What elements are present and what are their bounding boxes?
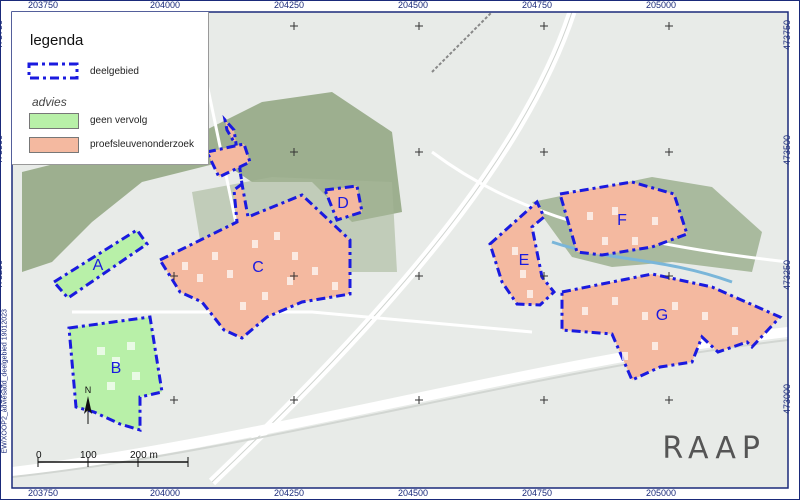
coord-right-4: 473000 — [782, 383, 793, 415]
coord-left-1: 473750 — [0, 19, 5, 51]
legend-swatch-green — [29, 113, 79, 129]
coord-top-3: 204250 — [274, 0, 305, 10]
coord-bottom-3: 204250 — [274, 488, 305, 498]
coord-bottom-1: 203750 — [28, 488, 59, 498]
legend-title: legenda — [30, 32, 84, 49]
coord-right-1: 473750 — [782, 19, 793, 51]
coord-top-6: 205000 — [646, 0, 677, 10]
coord-bottom-6: 205000 — [646, 488, 677, 498]
legend-advice-heading: advies — [32, 95, 67, 109]
credit-strip: EW/XOOP2_adviesadd_deelgebied 19012023 — [0, 300, 12, 460]
coord-left-2: 473500 — [0, 134, 5, 166]
legend-label-green: geen vervolg — [90, 115, 148, 126]
coord-top-4: 204500 — [398, 0, 429, 10]
coord-bottom-4: 204500 — [398, 488, 429, 498]
coord-top-2: 204000 — [150, 0, 181, 10]
legend-swatch-pink — [29, 137, 79, 153]
coord-bottom-2: 204000 — [150, 488, 181, 498]
credit-text: EW/XOOP2_adviesadd_deelgebied 19012023 — [1, 309, 9, 454]
coord-left-3: 473250 — [0, 259, 5, 291]
coord-top-5: 204750 — [522, 0, 553, 10]
legend: legenda deelgebied advies geen vervolg p… — [12, 12, 209, 165]
legend-boundary-swatch — [27, 62, 79, 80]
legend-label-pink: proefsleuvenonderzoek — [90, 139, 194, 150]
coord-right-3: 473250 — [782, 259, 793, 291]
coord-bottom-5: 204750 — [522, 488, 553, 498]
coord-top-1: 203750 — [28, 0, 59, 10]
legend-boundary-label: deelgebied — [90, 66, 139, 77]
coord-right-2: 473500 — [782, 134, 793, 166]
